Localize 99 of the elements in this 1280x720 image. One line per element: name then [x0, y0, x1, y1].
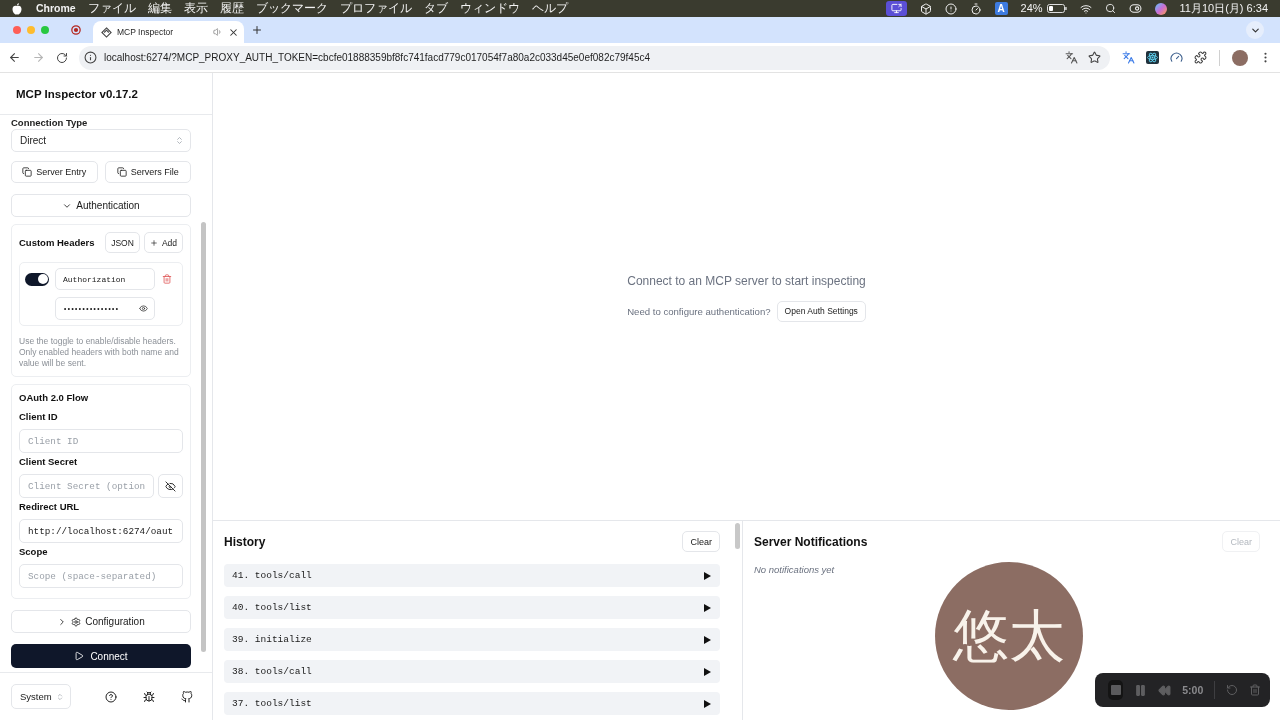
profile-avatar[interactable] — [1232, 49, 1248, 66]
close-tab-icon[interactable] — [228, 26, 239, 38]
app-title: MCP Inspector v0.17.2 — [16, 87, 138, 100]
input-field[interactable]: Client Secret (option — [19, 474, 154, 498]
search-icon[interactable] — [1104, 3, 1116, 14]
section-toggle-button[interactable]: Authentication — [11, 194, 191, 217]
history-item[interactable]: 39. initialize — [224, 628, 720, 651]
url-field[interactable]: localhost:6274/?MCP_PROXY_AUTH_TOKEN=cbcfe01888359bf8fc741facd779c017054f7a80a2c033d45e0ef082c79f45c4 — [79, 45, 1110, 70]
field-label: Client Secret — [19, 455, 79, 469]
chevron-down-icon[interactable] — [1246, 21, 1264, 39]
help-icon[interactable] — [105, 690, 117, 703]
menu-item[interactable]: 表示 — [183, 0, 208, 17]
scrollbar-thumb[interactable] — [735, 523, 740, 549]
input-source-indicator[interactable]: A — [994, 2, 1008, 15]
star-icon[interactable] — [1088, 51, 1101, 64]
field-label: Scope — [19, 545, 49, 559]
eye-off-icon — [165, 480, 176, 492]
atom-icon[interactable] — [1146, 51, 1159, 64]
menu-item[interactable]: 編集 — [147, 0, 172, 17]
plus-icon — [149, 238, 158, 247]
empty-notice: No notifications yet — [754, 564, 836, 576]
chevrons-up-down-icon — [175, 136, 184, 145]
empty-state-message: Connect to an MCP server to start inspecting — [627, 273, 866, 289]
info-icon[interactable] — [84, 51, 97, 64]
gauge-icon[interactable] — [1170, 51, 1183, 64]
history-item[interactable]: 37. tools/list — [224, 692, 720, 715]
timer-icon[interactable] — [969, 2, 982, 15]
translate-icon[interactable] — [1122, 51, 1135, 64]
menu-item[interactable]: ウィンドウ — [459, 0, 520, 17]
menu-item[interactable]: ブックマーク — [255, 0, 328, 17]
timer-text: 5:00 — [1182, 684, 1204, 696]
alert-circle-icon[interactable] — [944, 2, 957, 15]
toggle-icon[interactable] — [1128, 2, 1142, 15]
theme-select[interactable]: System — [11, 684, 71, 709]
translate-icon[interactable] — [1065, 51, 1078, 64]
menu-item[interactable]: Chrome — [36, 0, 76, 17]
menu-item[interactable]: タブ — [423, 0, 448, 17]
section-toggle-button[interactable]: Configuration — [11, 610, 191, 633]
section-title: History — [224, 534, 266, 549]
input-field[interactable]: Client ID — [19, 429, 183, 453]
trash-icon[interactable] — [162, 274, 172, 284]
trash-icon[interactable] — [1249, 684, 1261, 696]
back-arrow-icon[interactable] — [8, 51, 21, 64]
panel-title: Custom Headers — [19, 235, 95, 250]
record-icon[interactable] — [71, 25, 81, 35]
pause-icon[interactable] — [1134, 683, 1148, 697]
add-button[interactable]: Add — [143, 232, 183, 253]
history-item[interactable]: 41. tools/call — [224, 564, 720, 587]
battery-icon[interactable] — [1046, 4, 1067, 13]
copy-icon — [22, 167, 33, 177]
puzzle-icon[interactable] — [1194, 51, 1207, 64]
open-auth-settings-button[interactable]: Open Auth Settings — [776, 300, 866, 322]
gradient-orb-icon[interactable] — [1154, 2, 1167, 15]
json-button[interactable]: JSON — [105, 232, 140, 253]
menu-item[interactable]: 履歴 — [219, 0, 244, 17]
github-icon[interactable] — [181, 690, 193, 703]
input-field[interactable]: http://localhost:6274/oaut — [19, 519, 183, 543]
connect-button[interactable]: Connect — [11, 644, 191, 668]
rewind-icon[interactable] — [1158, 683, 1172, 697]
browser-tab[interactable]: MCP Inspector — [93, 21, 244, 43]
section-title: Server Notifications — [754, 534, 868, 549]
menu-item[interactable]: ヘルプ — [531, 0, 568, 17]
connection-type-select[interactable]: Direct — [11, 129, 191, 152]
wifi-icon[interactable] — [1079, 2, 1092, 15]
gear-icon — [71, 616, 82, 627]
cube-icon[interactable] — [919, 2, 932, 15]
stop-icon[interactable] — [1108, 680, 1124, 700]
field-label: Client ID — [19, 410, 59, 424]
screen-share-icon[interactable] — [885, 1, 907, 16]
copy-button[interactable]: Servers File — [104, 161, 191, 183]
diamond-logo-icon — [101, 26, 112, 38]
apple-icon[interactable] — [12, 2, 22, 15]
field-label: Connection Type — [11, 117, 89, 129]
copy-icon — [116, 167, 127, 177]
visibility-button[interactable] — [158, 474, 183, 498]
help-text: Use the toggle to enable/disable headers. Only enabled headers with both name and value will be sent. — [19, 336, 180, 369]
header-name-field[interactable]: Authorization — [55, 268, 155, 290]
eye-icon[interactable] — [139, 304, 148, 313]
new-tab-icon[interactable] — [251, 24, 263, 36]
history-item[interactable]: 38. tools/call — [224, 660, 720, 683]
panel-title: OAuth 2.0 Flow — [19, 391, 89, 405]
camera-avatar: 悠太 — [935, 562, 1083, 710]
battery-percent: 24% — [1020, 1, 1043, 16]
input-field[interactable]: Scope (space-separated) — [19, 564, 183, 588]
menu-item[interactable]: ファイル — [87, 0, 136, 17]
toggle-switch[interactable] — [25, 272, 49, 286]
copy-button[interactable]: Server Entry — [11, 161, 98, 183]
bug-icon[interactable] — [143, 690, 155, 703]
chevrons-up-down-icon — [56, 692, 64, 701]
reload-icon[interactable] — [56, 51, 68, 64]
clock-text[interactable]: 11月10日(月) 6:34 — [1179, 0, 1268, 17]
auth-prompt-text: Need to configure authentication? — [627, 305, 771, 317]
clear-button[interactable]: Clear — [682, 531, 720, 552]
restart-icon[interactable] — [1226, 684, 1238, 696]
field-label: Redirect URL — [19, 500, 81, 514]
play-icon — [74, 651, 85, 661]
menu-item[interactable]: プロファイル — [339, 0, 412, 17]
history-item[interactable]: 40. tools/list — [224, 596, 720, 619]
scrollbar-thumb[interactable] — [201, 222, 206, 652]
